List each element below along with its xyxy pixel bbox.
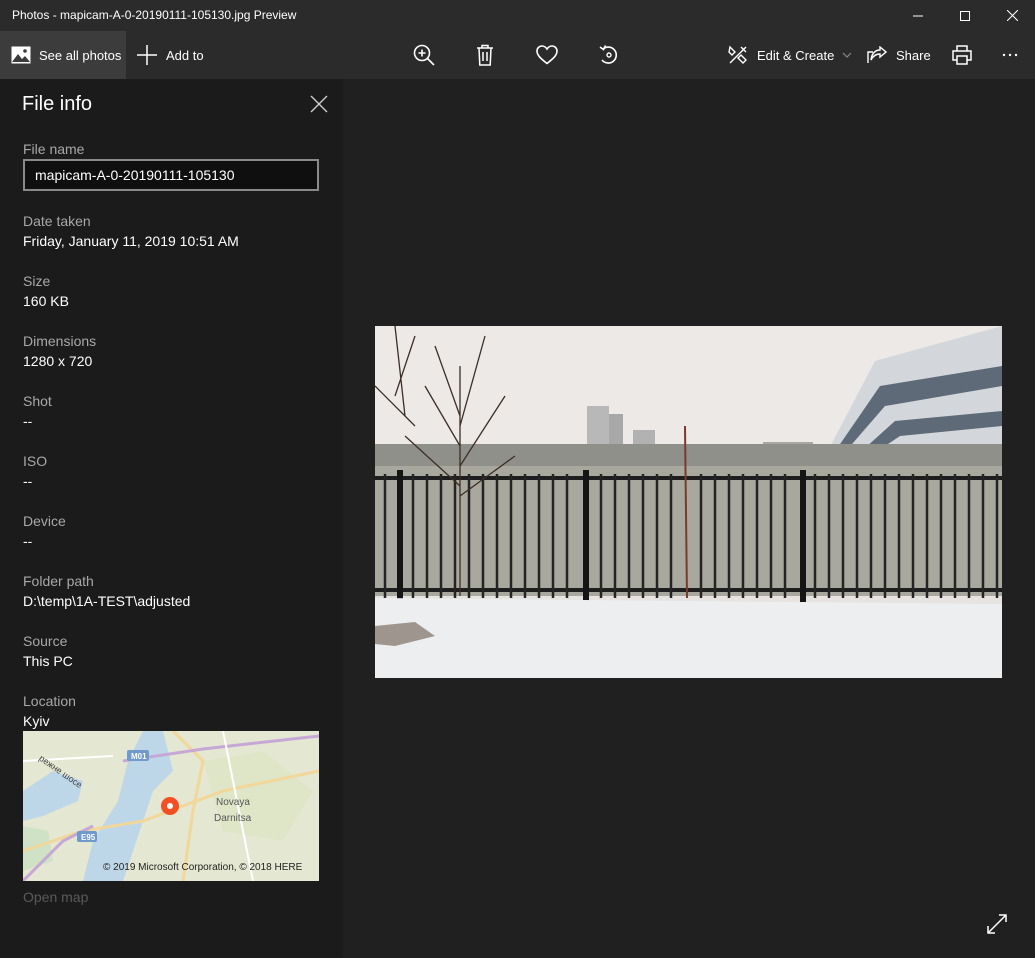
rotate-button[interactable]	[589, 31, 629, 79]
zoom-button[interactable]	[404, 31, 444, 79]
add-to-label: Add to	[166, 47, 204, 63]
toolbar: See all photos Add to Edit & Create Shar…	[0, 31, 1035, 79]
close-icon	[1006, 10, 1018, 21]
heart-icon	[536, 45, 558, 65]
photo-preview[interactable]	[375, 326, 1002, 678]
zoom-in-icon	[413, 44, 435, 66]
date-taken-label: Date taken	[23, 213, 91, 229]
file-name-value: mapicam-A-0-20190111-105130	[35, 167, 235, 183]
minimize-button[interactable]	[895, 0, 941, 31]
close-window-button[interactable]	[989, 0, 1035, 31]
add-to-button[interactable]: Add to	[137, 31, 204, 79]
file-name-label: File name	[23, 141, 85, 157]
fullscreen-button[interactable]	[987, 914, 1009, 936]
source-label: Source	[23, 633, 68, 649]
road-label-m01: M01	[131, 752, 147, 761]
expand-icon	[987, 914, 1007, 934]
map-canvas	[23, 731, 319, 881]
maximize-icon	[960, 10, 970, 21]
dimensions-label: Dimensions	[23, 333, 97, 349]
place-label-line1: Novaya	[216, 797, 250, 808]
iso-label: ISO	[23, 453, 48, 469]
more-icon	[1002, 53, 1018, 57]
rotate-icon	[599, 45, 618, 64]
delete-button[interactable]	[465, 31, 505, 79]
more-options-button[interactable]	[990, 31, 1030, 79]
see-all-photos-button[interactable]: See all photos	[0, 31, 126, 79]
print-icon	[952, 45, 972, 65]
maximize-button[interactable]	[942, 0, 988, 31]
folder-path-value: D:\temp\1A-TEST\adjusted	[23, 593, 191, 609]
device-value: --	[23, 533, 33, 549]
photo-image	[375, 326, 1002, 678]
edit-create-button[interactable]: Edit & Create	[728, 31, 852, 79]
share-label: Share	[896, 47, 931, 63]
location-label: Location	[23, 693, 76, 709]
favorite-button[interactable]	[527, 31, 567, 79]
file-name-field[interactable]: mapicam-A-0-20190111-105130	[23, 159, 319, 191]
iso-value: --	[23, 473, 33, 489]
gallery-icon	[11, 46, 31, 64]
edit-create-icon	[728, 45, 747, 64]
date-taken-value: Friday, January 11, 2019 10:51 AM	[23, 233, 239, 249]
file-info-panel: File info File name mapicam-A-0-20190111…	[0, 79, 343, 958]
location-value: Kyiv	[23, 713, 50, 729]
device-label: Device	[23, 513, 66, 529]
share-icon	[867, 46, 887, 63]
size-label: Size	[23, 273, 51, 289]
location-map[interactable]: M01 E95 Novaya Darnitsa режне шосе © 201…	[23, 731, 319, 881]
close-panel-button[interactable]	[308, 93, 330, 115]
minimize-icon	[913, 15, 923, 16]
see-all-photos-label: See all photos	[39, 47, 122, 63]
window-title: Photos - mapicam-A-0-20190111-105130.jpg…	[12, 8, 297, 22]
shot-value: --	[23, 413, 33, 429]
size-value: 160 KB	[23, 293, 69, 309]
source-value: This PC	[23, 653, 73, 669]
close-icon	[310, 95, 328, 113]
file-info-heading: File info	[22, 93, 93, 115]
edit-create-label: Edit & Create	[757, 47, 835, 63]
plus-icon	[137, 45, 157, 65]
chevron-down-icon	[842, 52, 852, 58]
place-label-line2: Darnitsa	[214, 813, 252, 824]
road-label-e95: E95	[81, 833, 96, 842]
open-map-link[interactable]: Open map	[23, 889, 88, 905]
shot-label: Shot	[23, 393, 52, 409]
map-copyright: © 2019 Microsoft Corporation, © 2018 HER…	[103, 862, 303, 873]
folder-path-label: Folder path	[23, 573, 94, 589]
delete-icon	[477, 44, 493, 66]
dimensions-value: 1280 x 720	[23, 353, 93, 369]
title-bar: Photos - mapicam-A-0-20190111-105130.jpg…	[0, 0, 1035, 31]
print-button[interactable]	[942, 31, 982, 79]
share-button[interactable]: Share	[867, 31, 931, 79]
